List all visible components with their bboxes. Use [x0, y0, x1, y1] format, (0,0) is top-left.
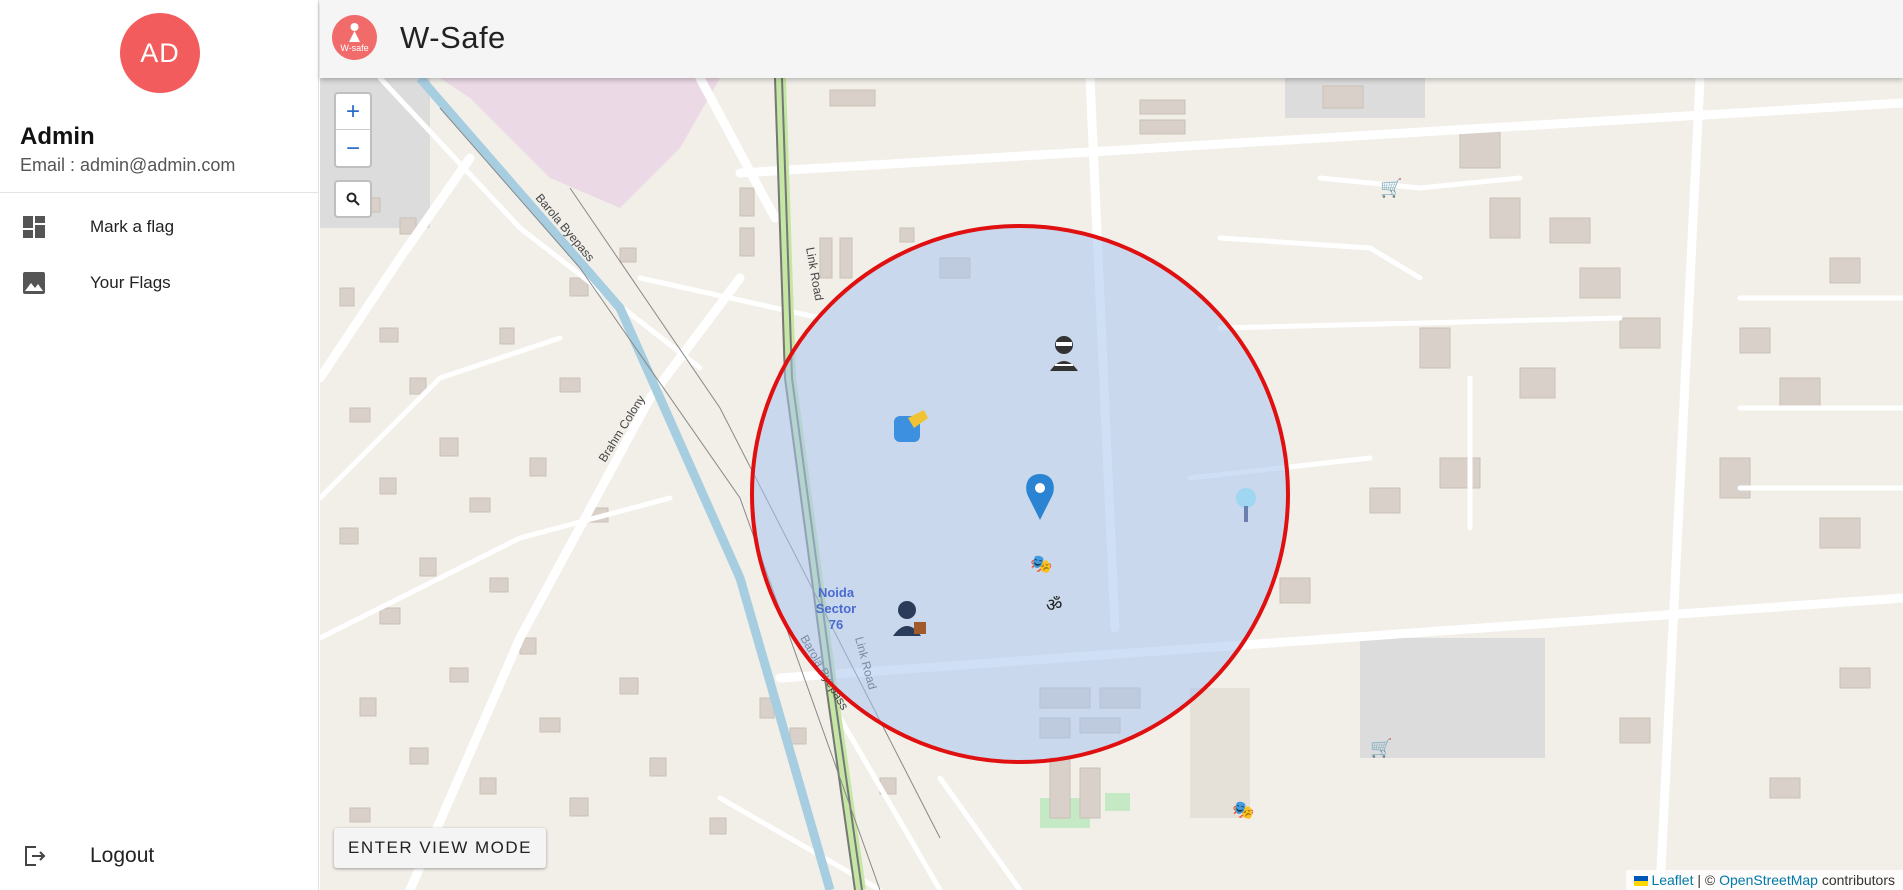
harassment-marker-icon[interactable] [890, 408, 932, 453]
woman-icon [349, 23, 360, 42]
theatre-icon-2: 🎭 [1232, 800, 1255, 820]
place-label-noida: Noida [818, 585, 855, 600]
logo-text: W-safe [340, 43, 369, 53]
om-temple-icon: ॐ [1046, 595, 1063, 615]
map-tiles: Link Road Link Road Barola Byepass Barol… [320, 78, 1903, 890]
logout-label: Logout [90, 844, 155, 867]
openstreetmap-link[interactable]: OpenStreetMap [1719, 872, 1818, 888]
ukraine-flag-icon [1634, 876, 1649, 887]
sidebar-item-label: Mark a flag [90, 217, 175, 236]
thief-marker-icon[interactable] [1045, 333, 1083, 378]
app-logo[interactable]: W-safe [332, 15, 377, 60]
enter-view-mode-button[interactable]: ENTER VIEW MODE [334, 828, 546, 868]
cart-icon-2: 🛒 [1380, 178, 1403, 198]
user-email: Email : admin@admin.com [20, 155, 236, 175]
dashboard-icon [23, 216, 45, 238]
map-search-button[interactable] [334, 180, 372, 218]
sidebar-item-your-flags[interactable]: Your Flags [0, 257, 318, 309]
sidebar-divider [0, 192, 319, 193]
sidebar-item-mark-a-flag[interactable]: Mark a flag [0, 201, 318, 253]
place-label-sector: Sector [816, 601, 856, 616]
page-title: W-Safe [400, 20, 506, 55]
logout-button[interactable]: Logout [0, 830, 318, 882]
sidebar-item-label: Your Flags [90, 273, 171, 292]
zoom-control: + − [334, 92, 372, 168]
leaflet-link[interactable]: Leaflet [1651, 872, 1693, 888]
place-label-76: 76 [829, 617, 843, 632]
zoom-out-button[interactable]: − [336, 131, 370, 167]
zoom-in-button[interactable]: + [336, 94, 370, 130]
attribution-suffix: contributors [1817, 872, 1895, 888]
app-header: W-safe W-Safe [320, 0, 1903, 78]
search-icon [346, 192, 360, 206]
user-name: Admin [20, 123, 95, 150]
avatar[interactable]: AD [120, 13, 200, 93]
streetlight-marker-icon[interactable] [1232, 486, 1262, 535]
attribution-separator: | © [1693, 872, 1720, 888]
map-view[interactable]: Link Road Link Road Barola Byepass Barol… [320, 78, 1903, 890]
barola-byepass-label: Barola Byepass [533, 191, 598, 264]
sidebar: AD Admin Email : admin@admin.com Mark a … [0, 0, 319, 890]
theatre-icon: 🎭 [1030, 554, 1053, 574]
robber-marker-icon[interactable] [890, 598, 928, 643]
cart-icon: 🛒 [1370, 738, 1393, 758]
map-attribution: Leaflet | © OpenStreetMap contributors [1626, 870, 1903, 890]
image-icon [23, 272, 45, 294]
safe-zone-circle [750, 224, 1290, 764]
logout-icon [25, 846, 46, 866]
